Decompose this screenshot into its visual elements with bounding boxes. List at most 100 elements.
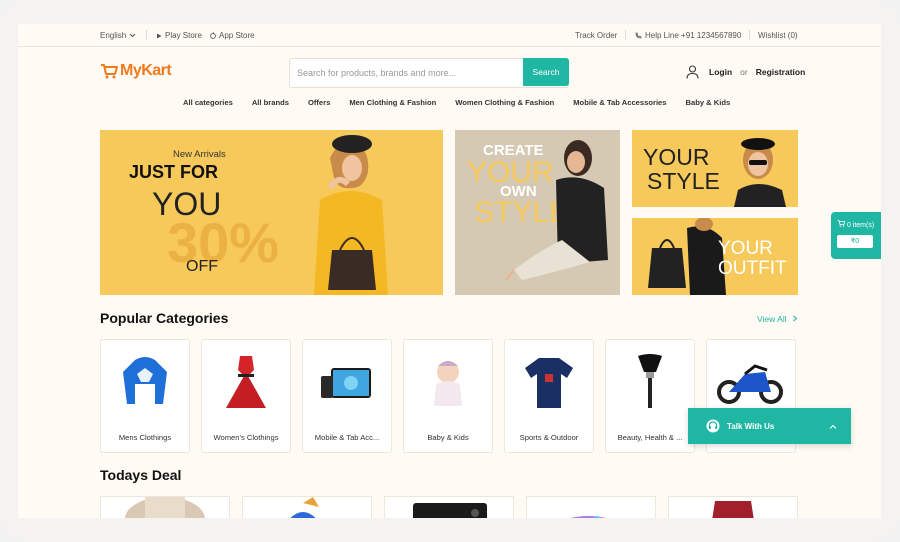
deal-card[interactable] xyxy=(526,496,656,518)
category-card-mobile-tab[interactable]: Mobile & Tab Acc... xyxy=(302,339,392,453)
track-order-label: Track Order xyxy=(575,31,618,40)
motorbike-image xyxy=(717,364,783,404)
play-store-link[interactable]: Play Store xyxy=(156,31,202,40)
category-card-beauty-health[interactable]: Beauty, Health & ... xyxy=(605,339,695,453)
jersey-image xyxy=(525,358,573,408)
account-links: Login or Registration xyxy=(686,65,805,79)
helpline-label: Help Line +91 1234567890 xyxy=(645,31,742,40)
todays-deal-title: Todays Deal xyxy=(100,467,182,483)
nav-item-baby-kids[interactable]: Baby & Kids xyxy=(686,98,731,107)
chevron-down-icon xyxy=(129,33,136,38)
search-button[interactable]: Search xyxy=(523,58,569,86)
deal-card[interactable] xyxy=(384,496,514,518)
nav-item-all-categories[interactable]: All categories xyxy=(183,98,233,107)
deal-card[interactable] xyxy=(668,496,798,518)
deal-product-image xyxy=(290,497,319,518)
deal-card[interactable] xyxy=(100,496,230,518)
banner-new-arrivals[interactable]: New Arrivals JUST FOR YOU 30% OFF xyxy=(100,130,443,295)
category-label: Sports & Outdoor xyxy=(519,433,579,442)
banner-style-line2: STYLE xyxy=(647,168,720,194)
floating-cart[interactable]: 0 item(s) ₹0 xyxy=(831,212,881,259)
cart-logo-icon xyxy=(101,64,118,79)
cart-count: 0 item(s) xyxy=(837,220,874,229)
category-card-sports-outdoor[interactable]: Sports & Outdoor xyxy=(504,339,594,453)
banner-outfit-line1: YOUR xyxy=(718,238,773,259)
popular-categories-title: Popular Categories xyxy=(100,310,229,326)
search-bar: Search xyxy=(289,58,569,88)
helpline-link[interactable]: Help Line +91 1234567890 xyxy=(635,31,741,40)
baby-doll-image xyxy=(434,361,462,406)
top-bar: English Play Store App Store Track Order… xyxy=(18,24,881,47)
talk-with-us-label: Talk With Us xyxy=(727,422,775,431)
nav-item-men-clothing[interactable]: Men Clothing & Fashion xyxy=(349,98,436,107)
wishlist-label: Wishlist (0) xyxy=(758,31,798,40)
divider xyxy=(749,30,750,40)
play-store-icon xyxy=(157,33,162,38)
deal-product-image xyxy=(125,497,205,518)
cart-icon xyxy=(837,220,845,227)
seated-woman-illustration xyxy=(504,140,608,281)
app-store-label: App Store xyxy=(219,31,255,40)
view-all-link[interactable]: View All xyxy=(757,314,798,324)
deal-card[interactable] xyxy=(242,496,372,518)
category-label: Beauty, Health & ... xyxy=(617,433,683,442)
category-label: Mens Clothings xyxy=(118,433,172,442)
play-store-label: Play Store xyxy=(165,31,202,40)
banner-your-style[interactable]: YOUR STYLE xyxy=(632,130,798,207)
logo[interactable]: MyKart xyxy=(100,62,172,80)
banner-style-line1: YOUR xyxy=(643,144,710,170)
category-card-mens-clothings[interactable]: Mens Clothings xyxy=(100,339,190,453)
headset-icon xyxy=(706,419,720,433)
banner-your-outfit[interactable]: YOUR OUTFIT xyxy=(632,218,798,295)
nav-item-mobile-tab[interactable]: Mobile & Tab Accessories xyxy=(573,98,666,107)
category-label: Women's Clothings xyxy=(213,433,279,442)
or-text: or xyxy=(740,67,748,77)
banner-off: OFF xyxy=(186,258,218,275)
category-nav: All categories All brands Offers Men Clo… xyxy=(183,98,749,107)
category-label: Mobile & Tab Acc... xyxy=(314,433,380,442)
chevron-right-icon xyxy=(793,315,798,322)
category-card-womens-clothings[interactable]: Women's Clothings xyxy=(201,339,291,453)
view-all-label: View All xyxy=(757,314,787,324)
red-dress-image xyxy=(226,356,266,408)
woman-sunglasses-illustration xyxy=(734,138,786,207)
nav-item-offers[interactable]: Offers xyxy=(308,98,330,107)
language-selector[interactable]: English xyxy=(100,31,136,40)
app-store-link[interactable]: App Store xyxy=(210,31,255,40)
track-order-link[interactable]: Track Order xyxy=(575,31,617,40)
category-card-baby-kids[interactable]: Baby & Kids xyxy=(403,339,493,453)
chevron-up-icon[interactable] xyxy=(829,424,837,430)
nav-item-women-clothing[interactable]: Women Clothing & Fashion xyxy=(455,98,554,107)
banner-create-your-style[interactable]: CREATE YOUR OWN STYLE xyxy=(455,130,620,295)
search-button-label: Search xyxy=(532,67,560,77)
registration-link[interactable]: Registration xyxy=(756,67,806,77)
divider xyxy=(146,30,147,40)
search-input[interactable] xyxy=(290,59,519,87)
cart-amount: ₹0 xyxy=(837,235,873,248)
deals-list xyxy=(100,496,798,518)
browser-frame: English Play Store App Store Track Order… xyxy=(0,0,900,542)
banner-kicker: New Arrivals xyxy=(173,149,226,160)
user-icon xyxy=(686,65,699,79)
banner-percent: 30% xyxy=(167,211,280,274)
nav-item-all-brands[interactable]: All brands xyxy=(252,98,289,107)
banner-outfit-line2: OUTFIT xyxy=(718,258,787,279)
talk-with-us-chat[interactable]: Talk With Us xyxy=(688,408,851,444)
wishlist-link[interactable]: Wishlist (0) xyxy=(758,31,798,40)
shopping-bags-illustration xyxy=(648,218,726,295)
tablet-image xyxy=(321,368,371,398)
apple-icon xyxy=(210,32,216,39)
deal-product-image xyxy=(413,503,487,518)
cart-count-label: 0 item(s) xyxy=(846,222,875,229)
login-link[interactable]: Login xyxy=(709,67,732,77)
banner-heading: JUST FOR xyxy=(129,162,219,182)
language-label: English xyxy=(100,31,127,40)
woman-with-bag-illustration xyxy=(314,135,388,295)
deal-product-image xyxy=(570,516,606,518)
hoodie-image xyxy=(123,357,167,404)
divider xyxy=(625,30,626,40)
logo-text: MyKart xyxy=(120,62,172,79)
deal-product-image xyxy=(712,501,754,518)
phone-icon xyxy=(635,32,642,39)
makeup-brush-image xyxy=(638,354,662,408)
